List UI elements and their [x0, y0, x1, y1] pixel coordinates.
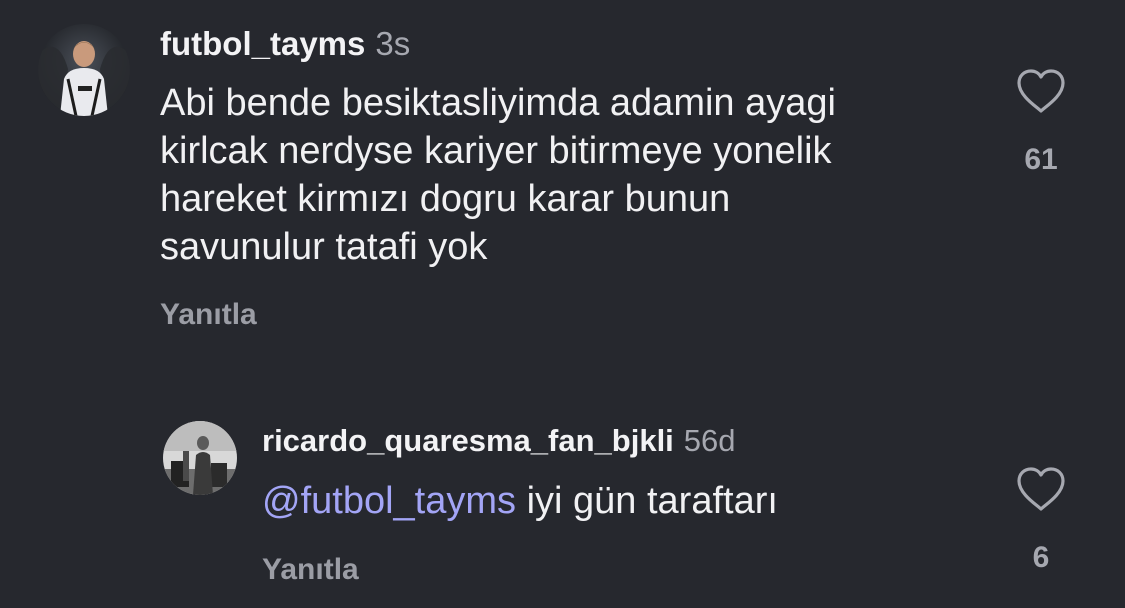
like-count: 61 — [1024, 143, 1058, 176]
avatar-futbol-tayms[interactable] — [38, 24, 130, 116]
comment-username[interactable]: futbol_tayms — [160, 25, 365, 62]
reply-timestamp: 56d — [683, 423, 736, 458]
avatar-image — [38, 24, 130, 116]
comment-timestamp: 3s — [375, 25, 411, 62]
comment-text-line: savunulur tatafi yok — [160, 226, 488, 268]
comment-text-line: kirlcak nerdyse kariyer bitirmeye yoneli… — [160, 130, 832, 172]
comment-text-line: hareket kirmızı dogru karar bunun — [160, 178, 731, 220]
comment-author[interactable]: futbol_tayms 3s — [160, 27, 410, 60]
reply-button[interactable]: Yanıtla — [160, 300, 257, 330]
comment-text: Abi bende besiktasliyimda adamin ayagi k… — [160, 79, 960, 271]
mention-link[interactable]: @futbol_tayms — [262, 480, 516, 522]
like-count: 6 — [1032, 541, 1050, 574]
reply-body: iyi gün taraftarı — [516, 480, 778, 522]
reply-author[interactable]: ricardo_quaresma_fan_bjkli 56d — [262, 425, 736, 456]
comment-text-line: Abi bende besiktasliyimda adamin ayagi — [160, 82, 836, 124]
reply-username[interactable]: ricardo_quaresma_fan_bjkli — [262, 423, 674, 458]
avatar-ricardo-quaresma-fan[interactable] — [163, 421, 237, 495]
avatar-image — [163, 421, 237, 495]
heart-outline-icon[interactable] — [1015, 466, 1067, 512]
heart-outline-icon[interactable] — [1015, 68, 1067, 114]
reply-button[interactable]: Yanıtla — [262, 555, 359, 585]
reply-text: @futbol_tayms iyi gün taraftarı — [262, 477, 778, 525]
